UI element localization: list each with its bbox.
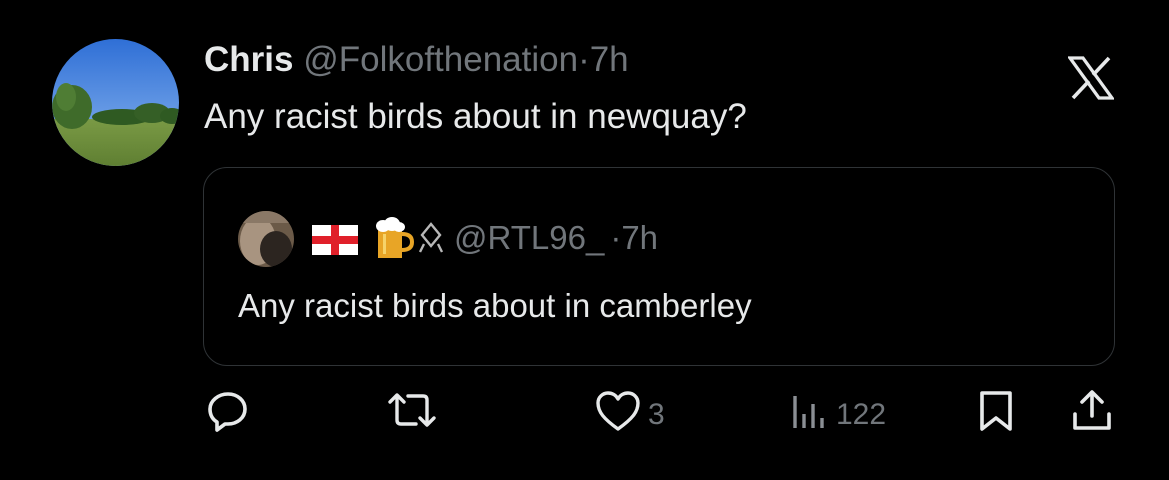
quoted-tweet-card[interactable]: @RTL96_ · 7h Any racist birds about in c…: [203, 167, 1115, 366]
quoted-tweet-time[interactable]: 7h: [621, 217, 658, 259]
beer-mug-icon: [374, 216, 415, 260]
author-avatar[interactable]: [52, 39, 179, 166]
x-logo-icon[interactable]: [1066, 56, 1116, 100]
tweet-time[interactable]: 7h: [590, 40, 629, 79]
heart-icon: [594, 388, 642, 442]
reply-button[interactable]: [205, 388, 251, 442]
quoted-tweet-header: @RTL96_ · 7h: [312, 216, 658, 260]
like-button[interactable]: 3: [594, 388, 665, 442]
reply-icon: [205, 388, 251, 442]
quoted-author-handle[interactable]: @RTL96_: [454, 217, 604, 259]
views-button[interactable]: 122: [790, 388, 886, 442]
quoted-separator-dot: ·: [610, 219, 622, 256]
england-flag-icon: [312, 223, 358, 255]
share-button[interactable]: [1070, 388, 1114, 442]
author-name[interactable]: Chris: [204, 40, 293, 79]
share-icon: [1070, 388, 1114, 442]
author-handle[interactable]: @Folkofthenation: [303, 40, 578, 79]
separator-dot: ·: [578, 40, 590, 79]
views-count: 122: [836, 398, 887, 431]
quoted-author-avatar[interactable]: [238, 211, 294, 267]
action-bar: 3 122: [0, 388, 1169, 448]
like-count: 3: [648, 398, 665, 431]
bookmark-icon: [976, 388, 1016, 442]
bookmark-button[interactable]: [976, 388, 1016, 442]
retweet-button[interactable]: [386, 388, 438, 442]
tweet-header: Chris @Folkofthenation·7h: [204, 38, 629, 82]
rune-icon: [418, 222, 444, 254]
tweet-text: Any racist birds about in newquay?: [204, 97, 747, 136]
views-chart-icon: [790, 388, 830, 442]
quoted-tweet-text: Any racist birds about in camberley: [238, 287, 752, 324]
retweet-icon: [386, 388, 438, 442]
